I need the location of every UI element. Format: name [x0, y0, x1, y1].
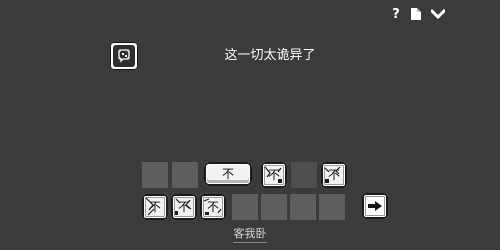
tile-label: 不 — [177, 200, 190, 214]
document-icon — [411, 8, 421, 20]
location-underline — [233, 242, 267, 243]
empty-slot[interactable] — [291, 162, 317, 188]
tile-label: 不 — [327, 168, 340, 182]
next-button[interactable] — [362, 193, 388, 219]
empty-slot[interactable] — [261, 194, 287, 220]
location-label[interactable]: 客我卧 — [230, 226, 270, 242]
help-label: ? — [392, 6, 400, 22]
tile-label: 不 — [206, 200, 219, 214]
document-button[interactable] — [408, 6, 424, 22]
cracked-word-tile[interactable]: 不 — [171, 194, 197, 220]
speaker-avatar — [110, 42, 138, 70]
cracked-word-tile[interactable]: 不 — [200, 194, 226, 220]
arrow-right-icon — [368, 201, 382, 211]
empty-slot[interactable] — [172, 162, 198, 188]
cracked-word-tile[interactable]: 不 — [142, 194, 168, 220]
empty-slot[interactable] — [319, 194, 345, 220]
empty-slot[interactable] — [232, 194, 258, 220]
dialogue-text: 这一切太诡异了 — [224, 48, 316, 63]
cracked-word-tile[interactable]: 不 — [321, 162, 347, 188]
help-button[interactable]: ? — [388, 6, 404, 22]
empty-slot[interactable] — [290, 194, 316, 220]
selected-word-tile[interactable]: 不 — [204, 162, 252, 186]
ghost-speech-icon — [113, 45, 135, 67]
tile-label: 不 — [148, 200, 161, 214]
tile-label: 不 — [267, 168, 280, 182]
tile-label: 不 — [221, 167, 234, 181]
collapse-button[interactable] — [430, 6, 446, 22]
empty-slot[interactable] — [142, 162, 168, 188]
chevron-down-icon — [431, 9, 445, 19]
cracked-word-tile[interactable]: 不 — [261, 162, 287, 188]
